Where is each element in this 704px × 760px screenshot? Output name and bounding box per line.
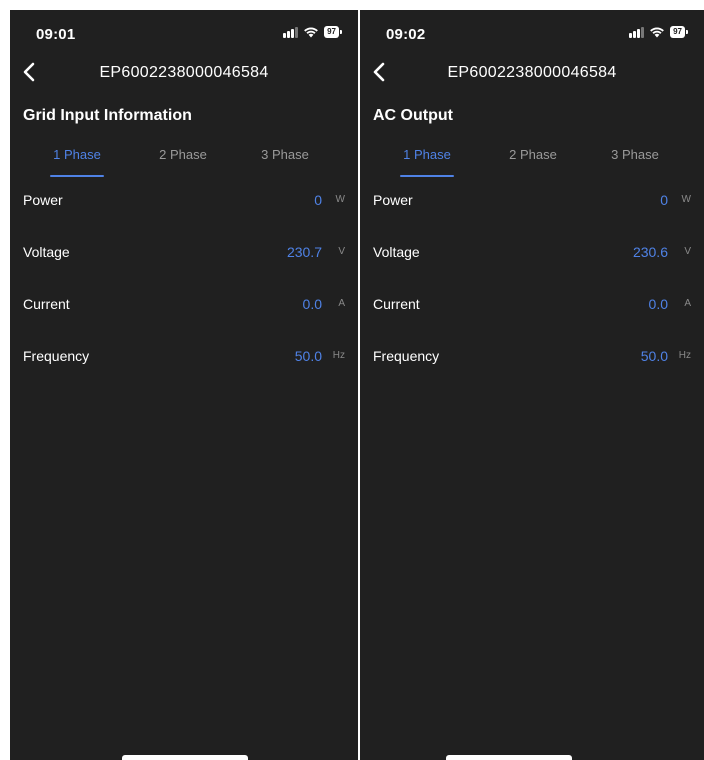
row-current: Current 0.0 A [360,286,704,338]
row-unit: Hz [332,350,345,361]
row-frequency: Frequency 50.0 Hz [360,338,704,390]
row-label: Power [373,192,413,208]
row-label: Frequency [23,348,90,364]
phone-screen-ac-output: 09:02 97 EP6002238000046584 AC Output 1 … [360,10,704,760]
battery-icon: 97 [670,26,688,38]
row-label: Frequency [373,348,440,364]
wifi-icon [650,27,664,38]
measurement-list: Power 0 W Voltage 230.7 V Current 0.0 A … [10,182,358,390]
nav-bar: EP6002238000046584 [10,56,358,90]
status-icons: 97 [629,26,688,38]
row-value: 50.0 [640,348,668,364]
row-label: Power [23,192,63,208]
nav-bar: EP6002238000046584 [360,56,704,90]
status-time: 09:02 [386,26,426,43]
row-unit: A [338,298,345,309]
phase-tabs: 1 Phase 2 Phase 3 Phase [360,145,704,179]
row-label: Current [23,296,70,312]
phase-tabs: 1 Phase 2 Phase 3 Phase [10,145,358,179]
device-title: EP6002238000046584 [99,64,269,81]
measurement-list: Power 0 W Voltage 230.6 V Current 0.0 A … [360,182,704,390]
row-power: Power 0 W [360,182,704,234]
section-title: AC Output [373,107,453,124]
tab-2-phase[interactable]: 2 Phase [138,147,228,162]
tab-1-phase[interactable]: 1 Phase [382,147,472,162]
row-unit: W [681,194,691,205]
tab-3-phase[interactable]: 3 Phase [240,147,330,162]
row-voltage: Voltage 230.7 V [10,234,358,286]
row-unit: V [338,246,345,257]
row-unit: A [684,298,691,309]
battery-level: 97 [670,26,685,38]
signal-icon [283,26,299,38]
row-value: 0.0 [648,296,668,312]
row-current: Current 0.0 A [10,286,358,338]
phone-screen-grid-input: 09:01 97 EP6002238000046584 Grid Input I… [10,10,358,760]
row-label: Voltage [373,244,420,260]
row-value: 0 [314,192,322,208]
tab-1-phase[interactable]: 1 Phase [32,147,122,162]
active-tab-indicator [50,175,104,177]
status-time: 09:01 [36,26,76,43]
wifi-icon [304,27,318,38]
status-bar: 09:01 97 [10,10,358,50]
row-value: 0.0 [302,296,322,312]
tab-2-phase[interactable]: 2 Phase [488,147,578,162]
section-title: Grid Input Information [23,107,192,124]
battery-level: 97 [324,26,339,38]
home-indicator[interactable] [446,755,572,760]
row-value: 0 [660,192,668,208]
device-title: EP6002238000046584 [447,64,617,81]
active-tab-indicator [400,175,454,177]
home-indicator[interactable] [122,755,248,760]
row-value: 230.6 [632,244,668,260]
tab-3-phase[interactable]: 3 Phase [590,147,680,162]
row-value: 230.7 [286,244,322,260]
row-label: Current [373,296,420,312]
signal-icon [629,26,645,38]
row-unit: Hz [678,350,691,361]
row-label: Voltage [23,244,70,260]
row-unit: V [684,246,691,257]
row-voltage: Voltage 230.6 V [360,234,704,286]
row-power: Power 0 W [10,182,358,234]
battery-icon: 97 [324,26,342,38]
row-frequency: Frequency 50.0 Hz [10,338,358,390]
row-unit: W [335,194,345,205]
status-bar: 09:02 97 [360,10,704,50]
row-value: 50.0 [294,348,322,364]
status-icons: 97 [283,26,342,38]
